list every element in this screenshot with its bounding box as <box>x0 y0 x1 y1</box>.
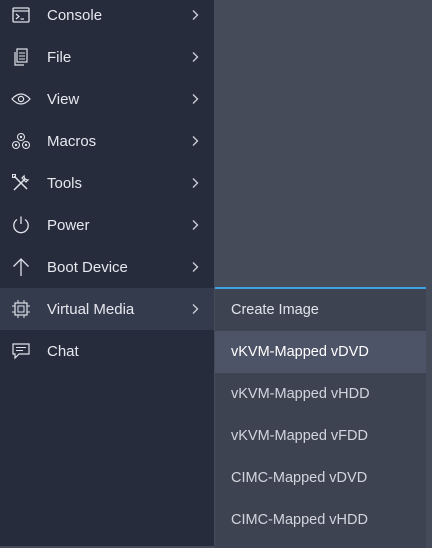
menu-item-macros[interactable]: Macros <box>0 120 214 162</box>
arrow-up-icon <box>11 257 31 277</box>
virtual-media-icon <box>11 299 31 319</box>
menu-item-power[interactable]: Power <box>0 204 214 246</box>
menu-item-boot-device[interactable]: Boot Device <box>0 246 214 288</box>
menu-item-console[interactable]: Console <box>0 0 214 36</box>
tools-icon <box>11 173 31 193</box>
chevron-right-icon <box>189 303 201 315</box>
chevron-right-icon <box>189 9 201 21</box>
file-icon <box>11 47 31 67</box>
chevron-right-icon <box>189 135 201 147</box>
power-icon <box>11 215 31 235</box>
menu-item-label: Power <box>47 216 90 234</box>
submenu-item-vkvm-mapped-vdvd[interactable]: vKVM-Mapped vDVD <box>215 331 426 373</box>
menu-item-label: File <box>47 48 72 66</box>
submenu-item-label: vKVM-Mapped vFDD <box>231 428 368 444</box>
submenu-item-vkvm-mapped-vfdd[interactable]: vKVM-Mapped vFDD <box>215 415 426 457</box>
menu-item-file[interactable]: File <box>0 36 214 78</box>
kvm-main-menu: Console File View Macros Tools Power Boo… <box>0 0 214 546</box>
chat-icon <box>11 341 31 361</box>
menu-item-label: Console <box>47 6 103 24</box>
console-icon <box>11 5 31 25</box>
menu-item-label: Virtual Media <box>47 300 135 318</box>
menu-item-label: Macros <box>47 132 97 150</box>
virtual-media-submenu: Create Image vKVM-Mapped vDVD vKVM-Mappe… <box>215 287 426 548</box>
submenu-item-label: vKVM-Mapped vHDD <box>231 386 370 402</box>
submenu-item-create-image[interactable]: Create Image <box>215 289 426 331</box>
submenu-item-label: CIMC-Mapped vDVD <box>231 470 368 486</box>
macros-icon <box>11 131 31 151</box>
menu-item-view[interactable]: View <box>0 78 214 120</box>
submenu-item-vkvm-mapped-vhdd[interactable]: vKVM-Mapped vHDD <box>215 373 426 415</box>
submenu-item-cimc-mapped-vhdd[interactable]: CIMC-Mapped vHDD <box>215 499 426 541</box>
menu-item-chat[interactable]: Chat <box>0 330 214 372</box>
menu-item-label: Chat <box>47 342 79 360</box>
chevron-right-icon <box>189 261 201 273</box>
submenu-item-cimc-mapped-vdvd[interactable]: CIMC-Mapped vDVD <box>215 457 426 499</box>
menu-item-virtual-media[interactable]: Virtual Media <box>0 288 214 330</box>
submenu-item-label: Create Image <box>231 302 319 318</box>
chevron-right-icon <box>189 219 201 231</box>
menu-item-tools[interactable]: Tools <box>0 162 214 204</box>
chevron-right-icon <box>189 177 201 189</box>
menu-item-label: View <box>47 90 80 108</box>
eye-icon <box>11 89 31 109</box>
submenu-item-label: vKVM-Mapped vDVD <box>231 344 369 360</box>
chevron-right-icon <box>189 93 201 105</box>
submenu-item-label: CIMC-Mapped vHDD <box>231 512 368 528</box>
menu-item-label: Tools <box>47 174 83 192</box>
chevron-right-icon <box>189 51 201 63</box>
menu-item-label: Boot Device <box>47 258 128 276</box>
